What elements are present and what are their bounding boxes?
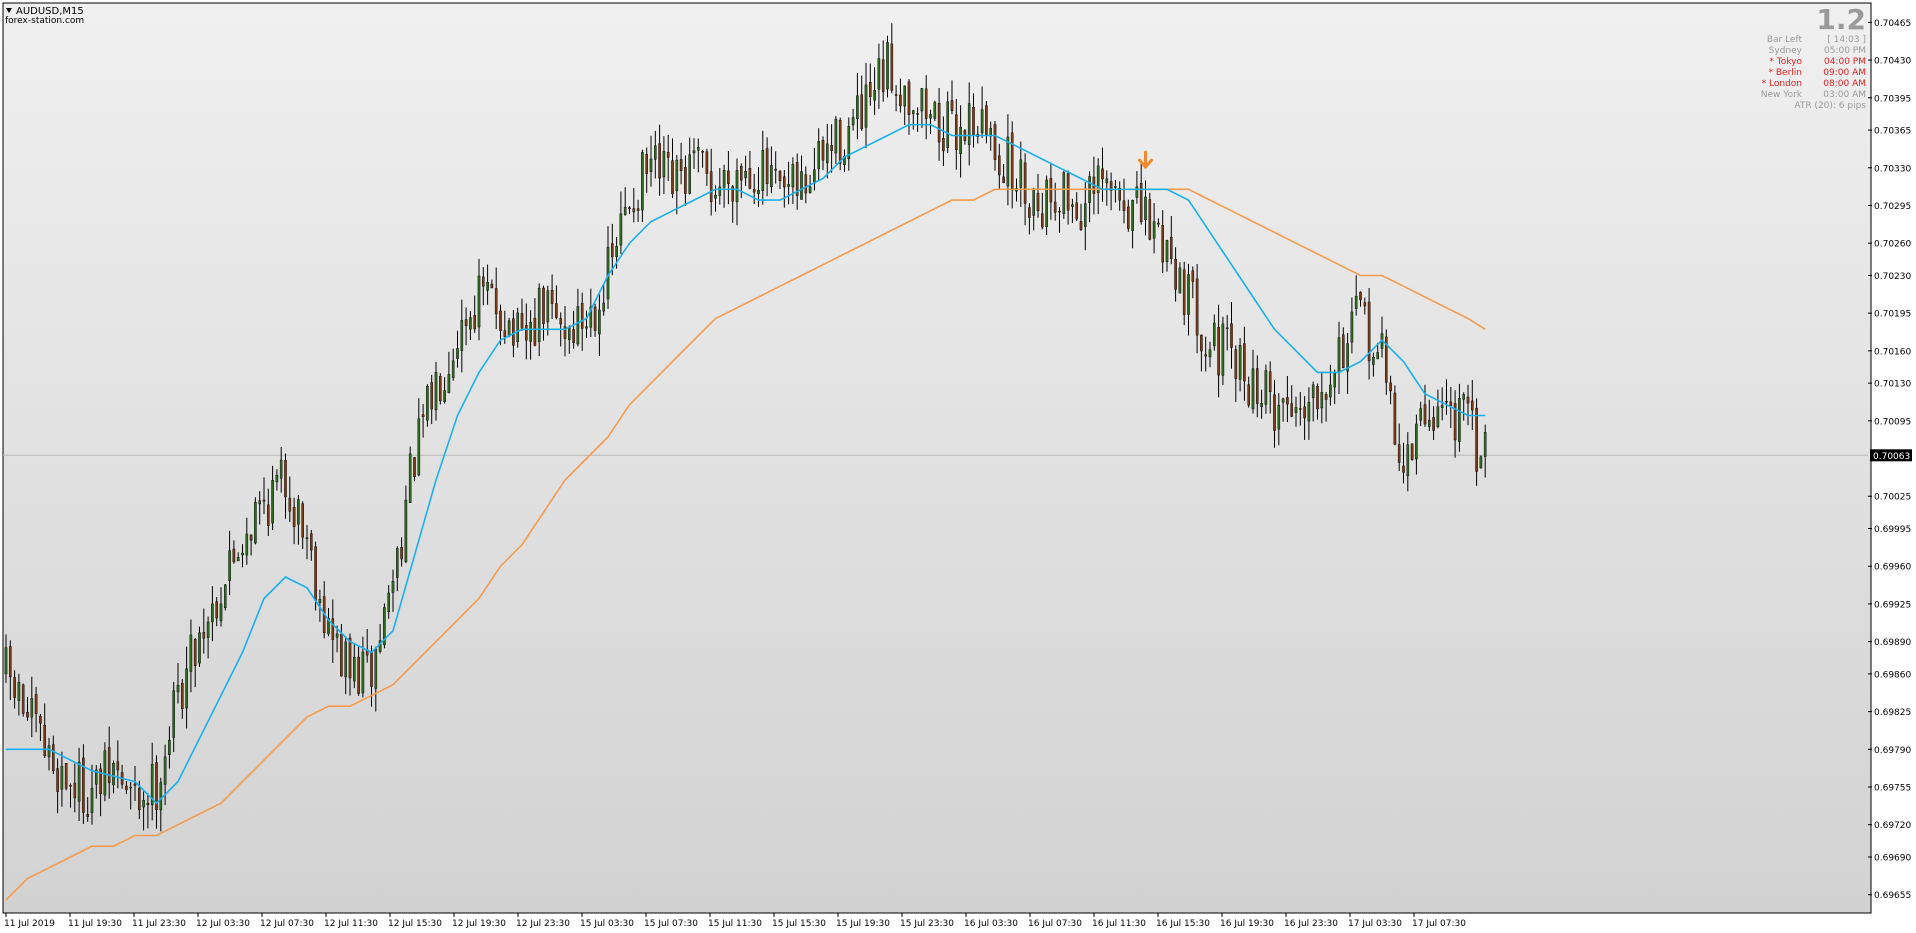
y-tick-label: 0.69860 [1874,670,1911,680]
y-tick-label: 0.70095 [1874,417,1911,427]
candle [516,307,519,348]
candle [1479,455,1483,469]
x-tick-label: 12 Jul 15:30 [388,919,442,929]
y-tick-label: 0.69995 [1874,525,1911,535]
y-tick-label: 0.70330 [1874,164,1911,174]
candle [426,384,429,427]
spread-value: 1.2 [1816,3,1866,36]
session-value: 08:00 AM [1823,79,1866,89]
y-tick-label: 0.70295 [1874,202,1911,212]
x-tick-label: 17 Jul 03:30 [1348,919,1402,929]
candle [21,683,25,717]
x-tick-label: 15 Jul 03:30 [580,919,634,929]
candle [1410,443,1414,461]
symbol-header: AUDUSD,M15 forex-station.com [5,6,84,26]
current-price-label: 0.70063 [1873,452,1910,462]
x-tick-label: 16 Jul 23:30 [1284,919,1338,929]
candle [223,584,227,611]
x-tick-label: 11 Jul 19:30 [68,919,122,929]
y-tick-label: 0.70195 [1874,310,1911,320]
session-value: 09:00 AM [1823,68,1866,78]
x-tick-label: 11 Jul 23:30 [132,919,186,929]
x-tick-label: 15 Jul 07:30 [644,919,698,929]
y-tick-label: 0.70260 [1874,240,1911,250]
x-tick-label: 11 Jul 2019 [4,919,55,929]
y-tick-label: 0.70465 [1874,19,1911,29]
y-tick-label: 0.69790 [1874,746,1911,756]
candle [64,763,68,791]
session-value: [ 14:03 ] [1827,35,1866,45]
x-tick-label: 15 Jul 11:30 [708,919,762,929]
y-tick-label: 0.70160 [1874,347,1911,357]
candle [1045,175,1048,236]
y-tick-label: 0.70365 [1874,127,1911,137]
candle [439,373,442,405]
candle [1221,316,1225,386]
x-tick-label: 15 Jul 19:30 [836,919,890,929]
session-value: 05:00 PM [1824,46,1866,56]
session-value: 04:00 PM [1824,57,1866,67]
candle [408,446,412,503]
y-tick-label: 0.70430 [1874,57,1911,67]
x-tick-label: 16 Jul 11:30 [1092,919,1146,929]
session-label: * Berlin [1769,68,1802,78]
y-tick-label: 0.69825 [1874,708,1911,718]
session-label: New York [1761,90,1803,100]
candle [886,35,889,98]
candle [507,317,511,338]
x-tick-label: 12 Jul 19:30 [452,919,506,929]
session-label: * Tokyo [1769,57,1802,67]
session-label: Bar Left [1767,35,1803,45]
candle [1062,171,1066,219]
y-tick-label: 0.69925 [1874,600,1911,610]
x-tick-label: 12 Jul 03:30 [196,919,250,929]
chart-window[interactable]: 0.70465 0.70430 0.70395 0.70365 0.70330 0.702… [0,0,1916,933]
y-tick-label: 0.70230 [1874,272,1911,282]
candle [198,626,201,667]
x-tick-label: 16 Jul 07:30 [1028,919,1082,929]
candle [103,742,107,802]
y-tick-label: 0.69960 [1874,563,1911,573]
x-tick-label: 17 Jul 07:30 [1412,919,1466,929]
x-tick-label: 16 Jul 03:30 [964,919,1018,929]
x-tick-label: 12 Jul 07:30 [260,919,314,929]
session-label: * London [1762,79,1802,89]
candle [1148,192,1152,241]
y-tick-label: 0.70395 [1874,94,1911,104]
watermark: forex-station.com [5,16,84,26]
atr-readout: ATR (20): 6 pips [1794,101,1866,111]
session-value: 03:00 AM [1823,90,1866,100]
candle [933,100,937,122]
session-label: Sydney [1769,46,1803,56]
y-tick-label: 0.69755 [1874,784,1911,794]
y-tick-label: 0.69655 [1874,891,1911,901]
x-tick-label: 16 Jul 19:30 [1220,919,1274,929]
price-chart[interactable]: 0.70465 0.70430 0.70395 0.70365 0.70330 0.702… [0,0,1916,933]
y-tick-label: 0.70025 [1874,493,1911,503]
x-tick-label: 12 Jul 11:30 [324,919,378,929]
y-tick-label: 0.69690 [1874,854,1911,864]
x-tick-label: 12 Jul 23:30 [516,919,570,929]
y-tick-label: 0.70130 [1874,380,1911,390]
candle [1393,385,1397,446]
candle [254,497,257,545]
y-tick-label: 0.69720 [1874,821,1911,831]
candle [383,603,386,649]
x-tick-label: 16 Jul 15:30 [1156,919,1210,929]
y-tick-label: 0.69890 [1874,638,1911,648]
x-tick-label: 15 Jul 15:30 [772,919,826,929]
plot-area[interactable] [2,2,1872,914]
x-tick-label: 15 Jul 23:30 [900,919,954,929]
